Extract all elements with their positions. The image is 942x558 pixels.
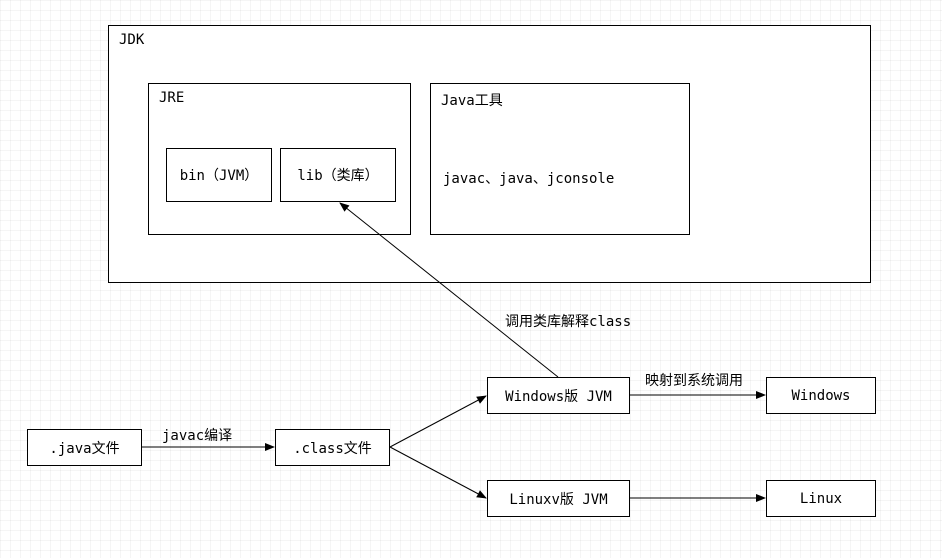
jvm-linux-box: Linuxv版 JVM — [487, 480, 630, 517]
jvm-windows-box: Windows版 JVM — [487, 377, 630, 414]
jvm-linux-label: Linuxv版 JVM — [509, 489, 607, 509]
jre-bin-box: bin（JVM） — [166, 148, 272, 202]
jre-lib-box: lib（类库） — [280, 148, 396, 202]
jre-bin-label: bin（JVM） — [180, 165, 259, 185]
windows-label: Windows — [791, 388, 850, 404]
java-tools-title: Java工具 — [441, 90, 503, 110]
linux-label: Linux — [800, 491, 842, 507]
class-file-label: .class文件 — [293, 438, 372, 458]
linux-box: Linux — [766, 480, 876, 517]
jdk-title: JDK — [119, 32, 144, 48]
jre-lib-label: lib（类库） — [297, 165, 378, 185]
invoke-lib-label: 调用类库解释class — [505, 311, 631, 331]
java-file-label: .java文件 — [49, 438, 119, 458]
java-file-box: .java文件 — [27, 429, 142, 466]
class-file-box: .class文件 — [275, 429, 390, 466]
windows-box: Windows — [766, 377, 876, 414]
arrow-class-to-linuxJvm — [390, 447, 486, 498]
arrow-class-to-winJvm — [390, 396, 486, 447]
jvm-windows-label: Windows版 JVM — [505, 386, 612, 406]
map-syscall-label: 映射到系统调用 — [645, 370, 743, 390]
java-tools-body: javac、java、jconsole — [443, 168, 614, 188]
jre-title: JRE — [159, 90, 184, 106]
java-tools-box: Java工具 javac、java、jconsole — [430, 83, 690, 235]
javac-compile-label: javac编译 — [162, 425, 232, 445]
